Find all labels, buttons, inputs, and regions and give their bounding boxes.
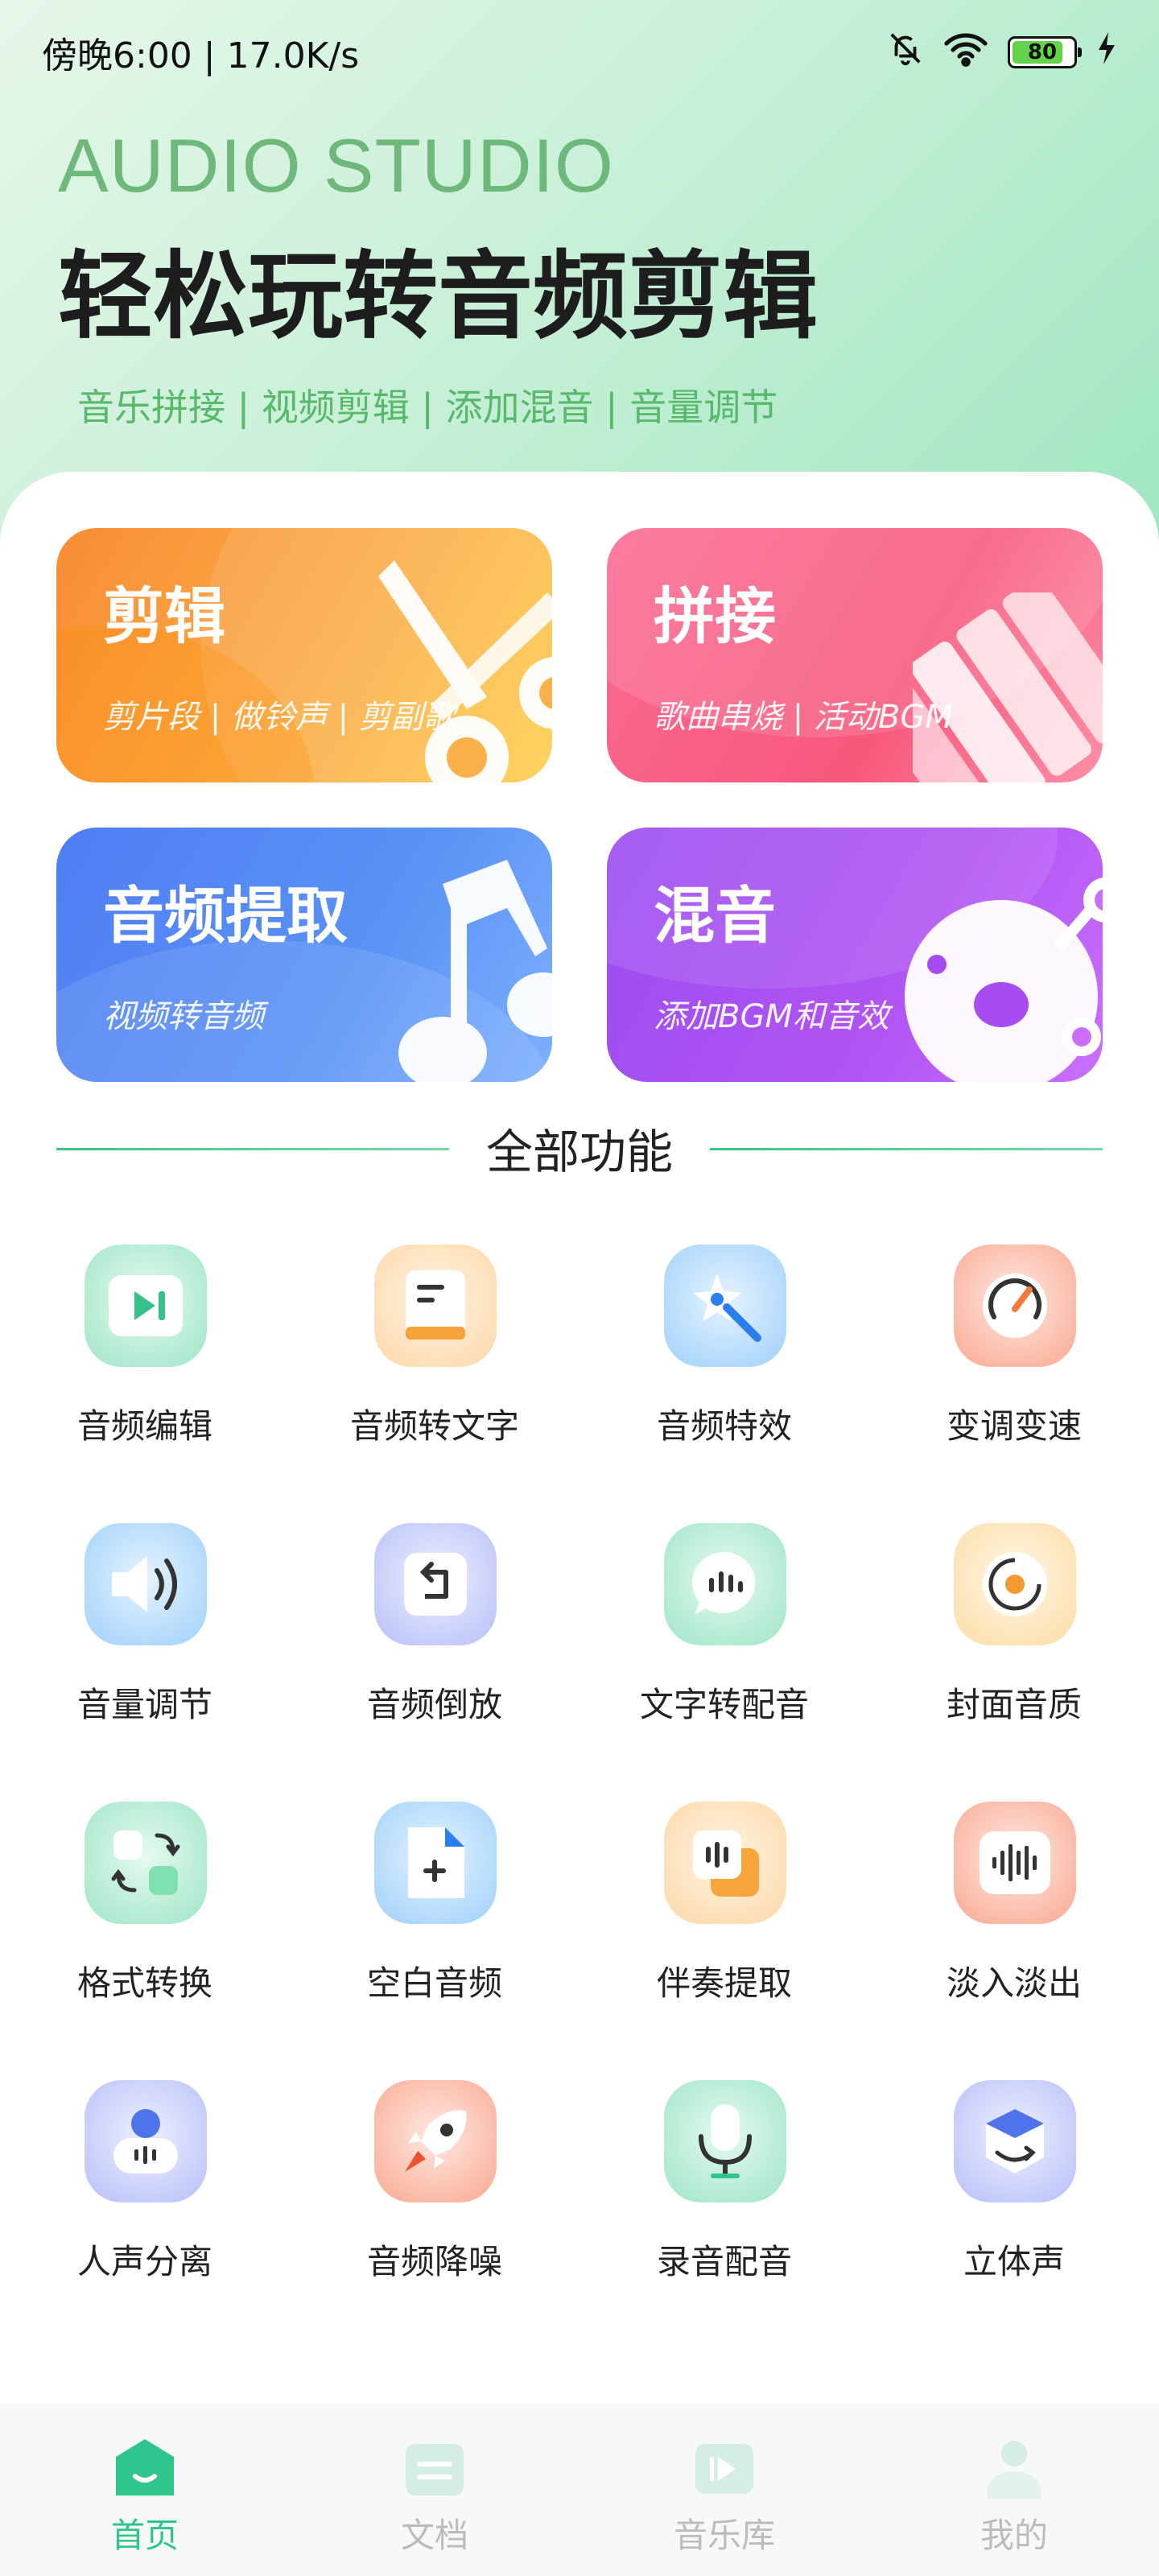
tool-voice-separate[interactable]: 人声分离 [24,2080,266,2322]
card-title: 混音 [654,880,776,952]
disc-icon [954,1523,1076,1645]
speedometer-icon [954,1245,1076,1367]
music-library-icon [692,2436,757,2500]
format-convert-icon [85,1802,207,1924]
tool-audio-to-text[interactable]: 音频转文字 [314,1245,555,1486]
document-icon [374,1245,497,1367]
tool-audio-edit[interactable]: 音频编辑 [24,1245,266,1486]
tool-blank-audio[interactable]: 空白音频 [314,1802,555,2043]
tool-label: 文字转配音 [639,1685,809,1724]
tool-label: 音频特效 [656,1406,792,1446]
section-divider-left [56,1148,449,1150]
card-title: 音频提取 [103,880,348,952]
tool-audio-effects[interactable]: 音频特效 [604,1245,845,1486]
card-audio-extract[interactable]: 音频提取 视频转音频 [56,828,552,1082]
status-time-speed: 傍晚6:00 | 17.0K/s [42,35,360,76]
hero-title-en: AUDIO STUDIO [58,123,614,208]
hero-tags: 音乐拼接 | 视频剪辑 | 添加混音 | 音量调节 [77,386,778,429]
magic-wand-icon [664,1245,786,1367]
scissors-icon [346,560,552,782]
reverse-icon [374,1523,497,1645]
card-cut[interactable]: 剪辑 剪片段 | 做铃声 | 剪副歌 [56,528,552,782]
documents-icon [402,2436,467,2500]
tool-fade[interactable]: 淡入淡出 [893,1802,1135,2043]
tool-label: 变调变速 [946,1406,1082,1446]
nav-label: 音乐库 [673,2516,775,2555]
tool-pitch-speed[interactable]: 变调变速 [893,1245,1135,1486]
card-mix[interactable]: 混音 添加BGM和音效 [607,828,1103,1082]
speech-bubble-icon [664,1523,786,1645]
nav-label: 文档 [400,2516,468,2555]
tool-volume[interactable]: 音量调节 [24,1523,266,1765]
card-title: 拼接 [654,580,776,652]
tool-label: 音频降噪 [366,2242,502,2281]
piano-keys-icon [864,576,1103,782]
tool-stereo[interactable]: 立体声 [893,2080,1135,2322]
tool-label: 录音配音 [656,2242,792,2281]
profile-icon [982,2436,1046,2500]
card-subtitle: 添加BGM和音效 [654,998,889,1035]
tool-cover-quality[interactable]: 封面音质 [893,1523,1135,1765]
nav-documents[interactable]: 文档 [290,2404,580,2576]
tool-label: 音频倒放 [366,1685,502,1724]
tool-label: 音频编辑 [76,1406,212,1446]
tool-label: 立体声 [963,2242,1065,2281]
section-header: 全部功能 [0,1116,1159,1180]
wifi-icon [943,30,988,76]
status-icons: 80 [887,30,1117,76]
stereo-cube-icon [954,2080,1076,2202]
card-title: 剪辑 [103,580,225,652]
music-note-icon [386,860,552,1082]
tool-label: 音频转文字 [349,1406,519,1446]
tool-record-dub[interactable]: 录音配音 [604,2080,845,2322]
battery-icon: 80 [1008,36,1082,68]
nav-profile[interactable]: 我的 [869,2404,1159,2576]
volume-icon [85,1523,207,1645]
card-subtitle: 歌曲串烧 | 活动BGM [654,699,953,736]
accompaniment-icon [664,1802,786,1924]
blank-file-icon [374,1802,497,1924]
bell-muted-icon [887,30,924,76]
voice-separate-icon [85,2080,207,2202]
tool-reverse[interactable]: 音频倒放 [314,1523,555,1765]
hero-title-cn: 轻松玩转音频剪辑 [58,241,819,352]
home-icon [113,2436,177,2500]
waveform-icon [954,1802,1076,1924]
section-divider-right [710,1148,1103,1150]
nav-music-library[interactable]: 音乐库 [580,2404,869,2576]
tool-label: 空白音频 [366,1963,502,2003]
section-title: 全部功能 [485,1125,673,1179]
tool-label: 伴奏提取 [656,1963,792,2003]
tool-text-to-speech[interactable]: 文字转配音 [604,1523,845,1765]
tool-label: 淡入淡出 [946,1963,1082,2003]
microphone-icon [664,2080,786,2202]
nav-label: 我的 [980,2516,1048,2555]
bottom-nav: 首页 文档 音乐库 我的 [0,2404,1159,2576]
rocket-icon [374,2080,497,2202]
card-subtitle: 视频转音频 [103,998,264,1035]
card-join[interactable]: 拼接 歌曲串烧 | 活动BGM [607,528,1103,782]
tool-label: 封面音质 [946,1685,1082,1724]
play-edit-icon [85,1245,207,1367]
tool-accompaniment-extract[interactable]: 伴奏提取 [604,1802,845,2043]
tool-label: 音量调节 [76,1685,212,1724]
status-bar: 傍晚6:00 | 17.0K/s 80 [0,0,1159,105]
nav-label: 首页 [110,2516,179,2555]
nav-home[interactable]: 首页 [0,2404,290,2576]
tool-label: 人声分离 [76,2242,212,2281]
charging-icon [1096,31,1117,73]
tool-format-convert[interactable]: 格式转换 [24,1802,266,2043]
tool-label: 格式转换 [76,1963,212,2003]
tool-denoise[interactable]: 音频降噪 [314,2080,555,2322]
mixer-icon [897,876,1103,1082]
